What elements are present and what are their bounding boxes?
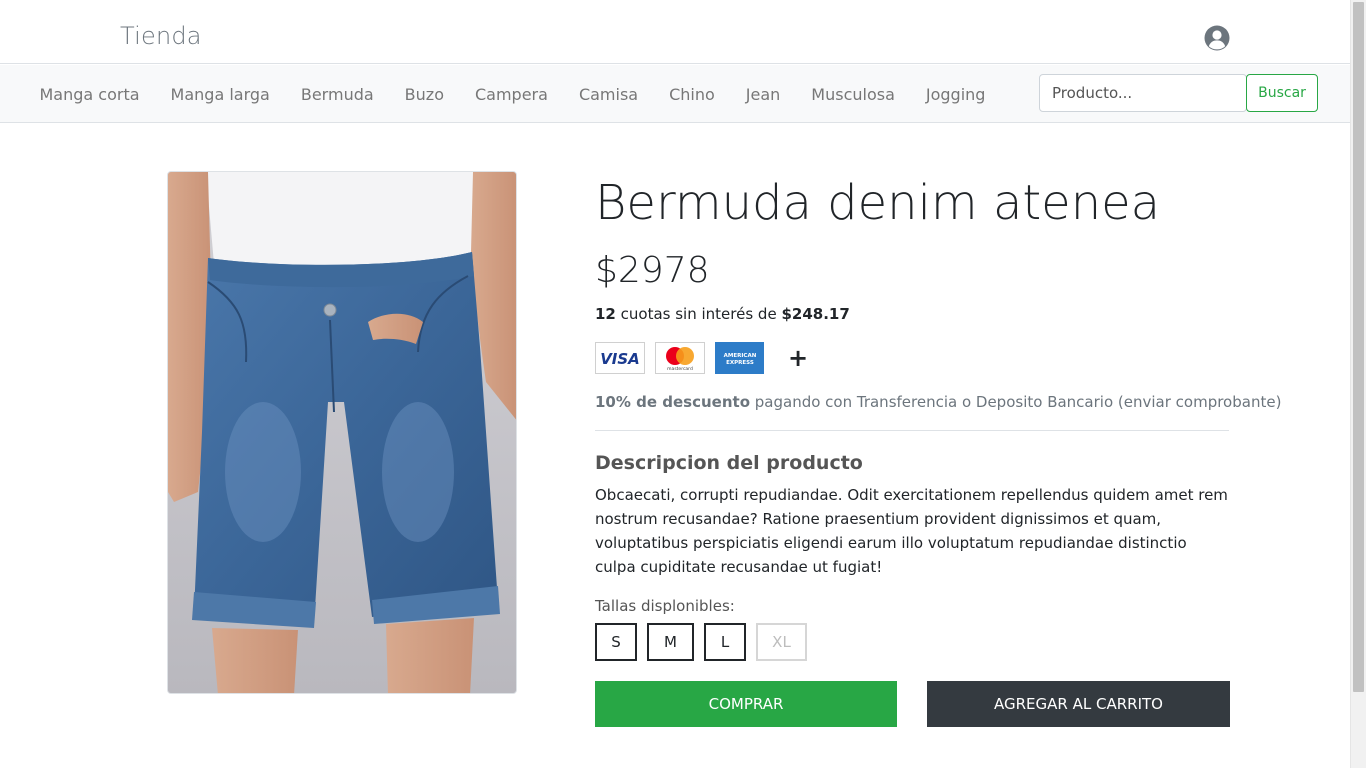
nav-item-manga-corta[interactable]: Manga corta — [24, 85, 155, 104]
nav-item-musculosa[interactable]: Musculosa — [796, 85, 911, 104]
description-heading: Descripcion del producto — [595, 452, 863, 474]
nav-item-manga-larga[interactable]: Manga larga — [155, 85, 285, 104]
size-option-l[interactable]: L — [704, 623, 746, 661]
product-photo-illustration — [168, 172, 516, 693]
page-scrollbar[interactable] — [1350, 0, 1366, 768]
amex-text: AMERICAN EXPRESS — [723, 353, 756, 366]
mastercard-icon: mastercard — [655, 342, 705, 374]
product-title: Bermuda denim atenea — [595, 175, 1161, 231]
user-circle-icon[interactable] — [1204, 25, 1230, 51]
category-links: Manga corta Manga larga Bermuda Buzo Cam… — [24, 65, 1001, 123]
amex-card-icon: AMERICAN EXPRESS — [715, 342, 764, 374]
discount-bold: 10% de descuento — [595, 393, 750, 411]
nav-item-buzo[interactable]: Buzo — [389, 85, 459, 104]
size-option-xl: XL — [756, 623, 807, 661]
installments-count: 12 — [595, 305, 616, 323]
size-options: S M L XL — [595, 623, 817, 661]
add-to-cart-button[interactable]: AGREGAR AL CARRITO — [927, 681, 1230, 727]
nav-item-chino[interactable]: Chino — [654, 85, 731, 104]
buy-button[interactable]: COMPRAR — [595, 681, 897, 727]
product-price: $2978 — [595, 250, 710, 291]
category-navbar: Manga corta Manga larga Bermuda Buzo Cam… — [0, 65, 1350, 123]
visa-card-icon: VISA — [595, 342, 645, 374]
installments-amount: $248.17 — [781, 305, 850, 323]
size-option-m[interactable]: M — [647, 623, 694, 661]
search-input[interactable] — [1039, 74, 1247, 112]
nav-item-campera[interactable]: Campera — [459, 85, 563, 104]
installments-text: cuotas sin interés de — [615, 305, 782, 323]
discount-info: 10% de descuento pagando con Transferenc… — [595, 393, 1281, 411]
top-header: Tienda — [0, 0, 1350, 64]
discount-text: pagando con Transferencia o Deposito Ban… — [750, 393, 1282, 411]
description-text: Obcaecati, corrupti repudiandae. Odit ex… — [595, 486, 1228, 576]
scrollbar-thumb[interactable] — [1353, 2, 1364, 692]
nav-item-camisa[interactable]: Camisa — [563, 85, 653, 104]
sizes-label: Tallas displonibles: — [595, 597, 735, 615]
size-option-s[interactable]: S — [595, 623, 637, 661]
section-divider — [595, 430, 1229, 431]
product-image — [167, 171, 517, 694]
nav-item-jean[interactable]: Jean — [730, 85, 796, 104]
brand-logo[interactable]: Tienda — [120, 22, 202, 50]
visa-text: VISA — [600, 350, 640, 368]
plus-icon[interactable]: + — [788, 346, 808, 370]
nav-item-bermuda[interactable]: Bermuda — [285, 85, 389, 104]
search-button[interactable]: Buscar — [1246, 74, 1318, 112]
mastercard-text: mastercard — [667, 366, 693, 372]
payment-methods: VISA mastercard AMERICAN EXPRESS + — [595, 342, 808, 374]
nav-item-jogging[interactable]: Jogging — [910, 85, 1001, 104]
installments-info: 12 cuotas sin interés de $248.17 — [595, 305, 850, 323]
